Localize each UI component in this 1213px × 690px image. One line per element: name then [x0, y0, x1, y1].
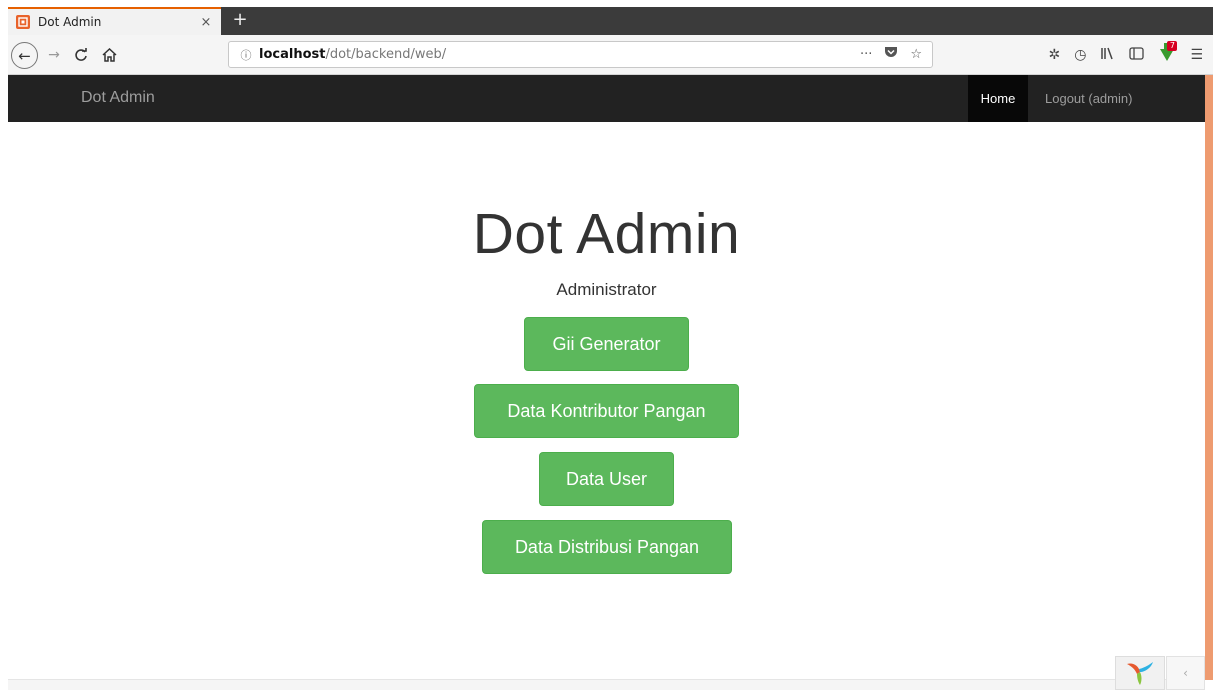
new-tab-button[interactable]: +	[230, 9, 250, 31]
yii-logo-icon[interactable]	[1115, 656, 1165, 690]
url-text[interactable]: localhost/dot/backend/web/	[259, 47, 860, 62]
tab-strip: Dot Admin × +	[8, 7, 1213, 35]
browser-toolbar: ← → ⓘ localhost/dot/backend/web/ ··· ☆ ✲…	[8, 35, 1213, 75]
close-tab-icon[interactable]: ×	[195, 15, 217, 30]
url-bar[interactable]: ⓘ localhost/dot/backend/web/ ··· ☆	[228, 41, 933, 68]
data-kontributor-pangan-button[interactable]: Data Kontributor Pangan	[474, 384, 739, 438]
navbar-brand[interactable]: Dot Admin	[81, 89, 155, 107]
page-subtitle: Administrator	[556, 280, 657, 299]
download-icon[interactable]: 7	[1158, 41, 1178, 65]
clock-icon[interactable]: ◷	[1074, 47, 1086, 63]
library-icon[interactable]	[1100, 47, 1115, 64]
back-arrow-icon[interactable]: ←	[11, 42, 38, 69]
page-title: Dot Admin	[472, 202, 741, 266]
info-icon[interactable]: ⓘ	[235, 47, 257, 63]
browser-tab[interactable]: Dot Admin ×	[8, 7, 221, 35]
pocket-icon[interactable]	[884, 46, 898, 63]
horizontal-scrollbar[interactable]	[8, 679, 1205, 690]
data-distribusi-pangan-button[interactable]: Data Distribusi Pangan	[482, 520, 732, 574]
nav-home-link[interactable]: Home	[968, 75, 1028, 122]
tab-title: Dot Admin	[38, 15, 102, 29]
site-navbar: Dot Admin Home Logout (admin)	[8, 75, 1205, 122]
data-user-button[interactable]: Data User	[539, 452, 674, 506]
sidebar-icon[interactable]	[1129, 46, 1145, 64]
chevron-left-icon[interactable]: ‹	[1166, 656, 1205, 690]
hamburger-menu-icon[interactable]: ☰	[1190, 47, 1203, 63]
forward-arrow-icon[interactable]: →	[44, 43, 64, 67]
ellipsis-icon[interactable]: ···	[860, 47, 872, 62]
reload-icon[interactable]	[70, 43, 92, 67]
page-scrollbar[interactable]	[1205, 75, 1213, 680]
home-icon[interactable]	[98, 43, 120, 67]
gii-generator-button[interactable]: Gii Generator	[524, 317, 689, 371]
star-icon[interactable]: ☆	[910, 47, 922, 62]
url-host: localhost	[259, 47, 326, 62]
favicon-icon	[16, 15, 30, 29]
url-path: /dot/backend/web/	[325, 47, 447, 62]
download-badge: 7	[1167, 41, 1178, 51]
gear-icon[interactable]: ✲	[1048, 47, 1060, 63]
nav-logout-link[interactable]: Logout (admin)	[1045, 75, 1132, 122]
